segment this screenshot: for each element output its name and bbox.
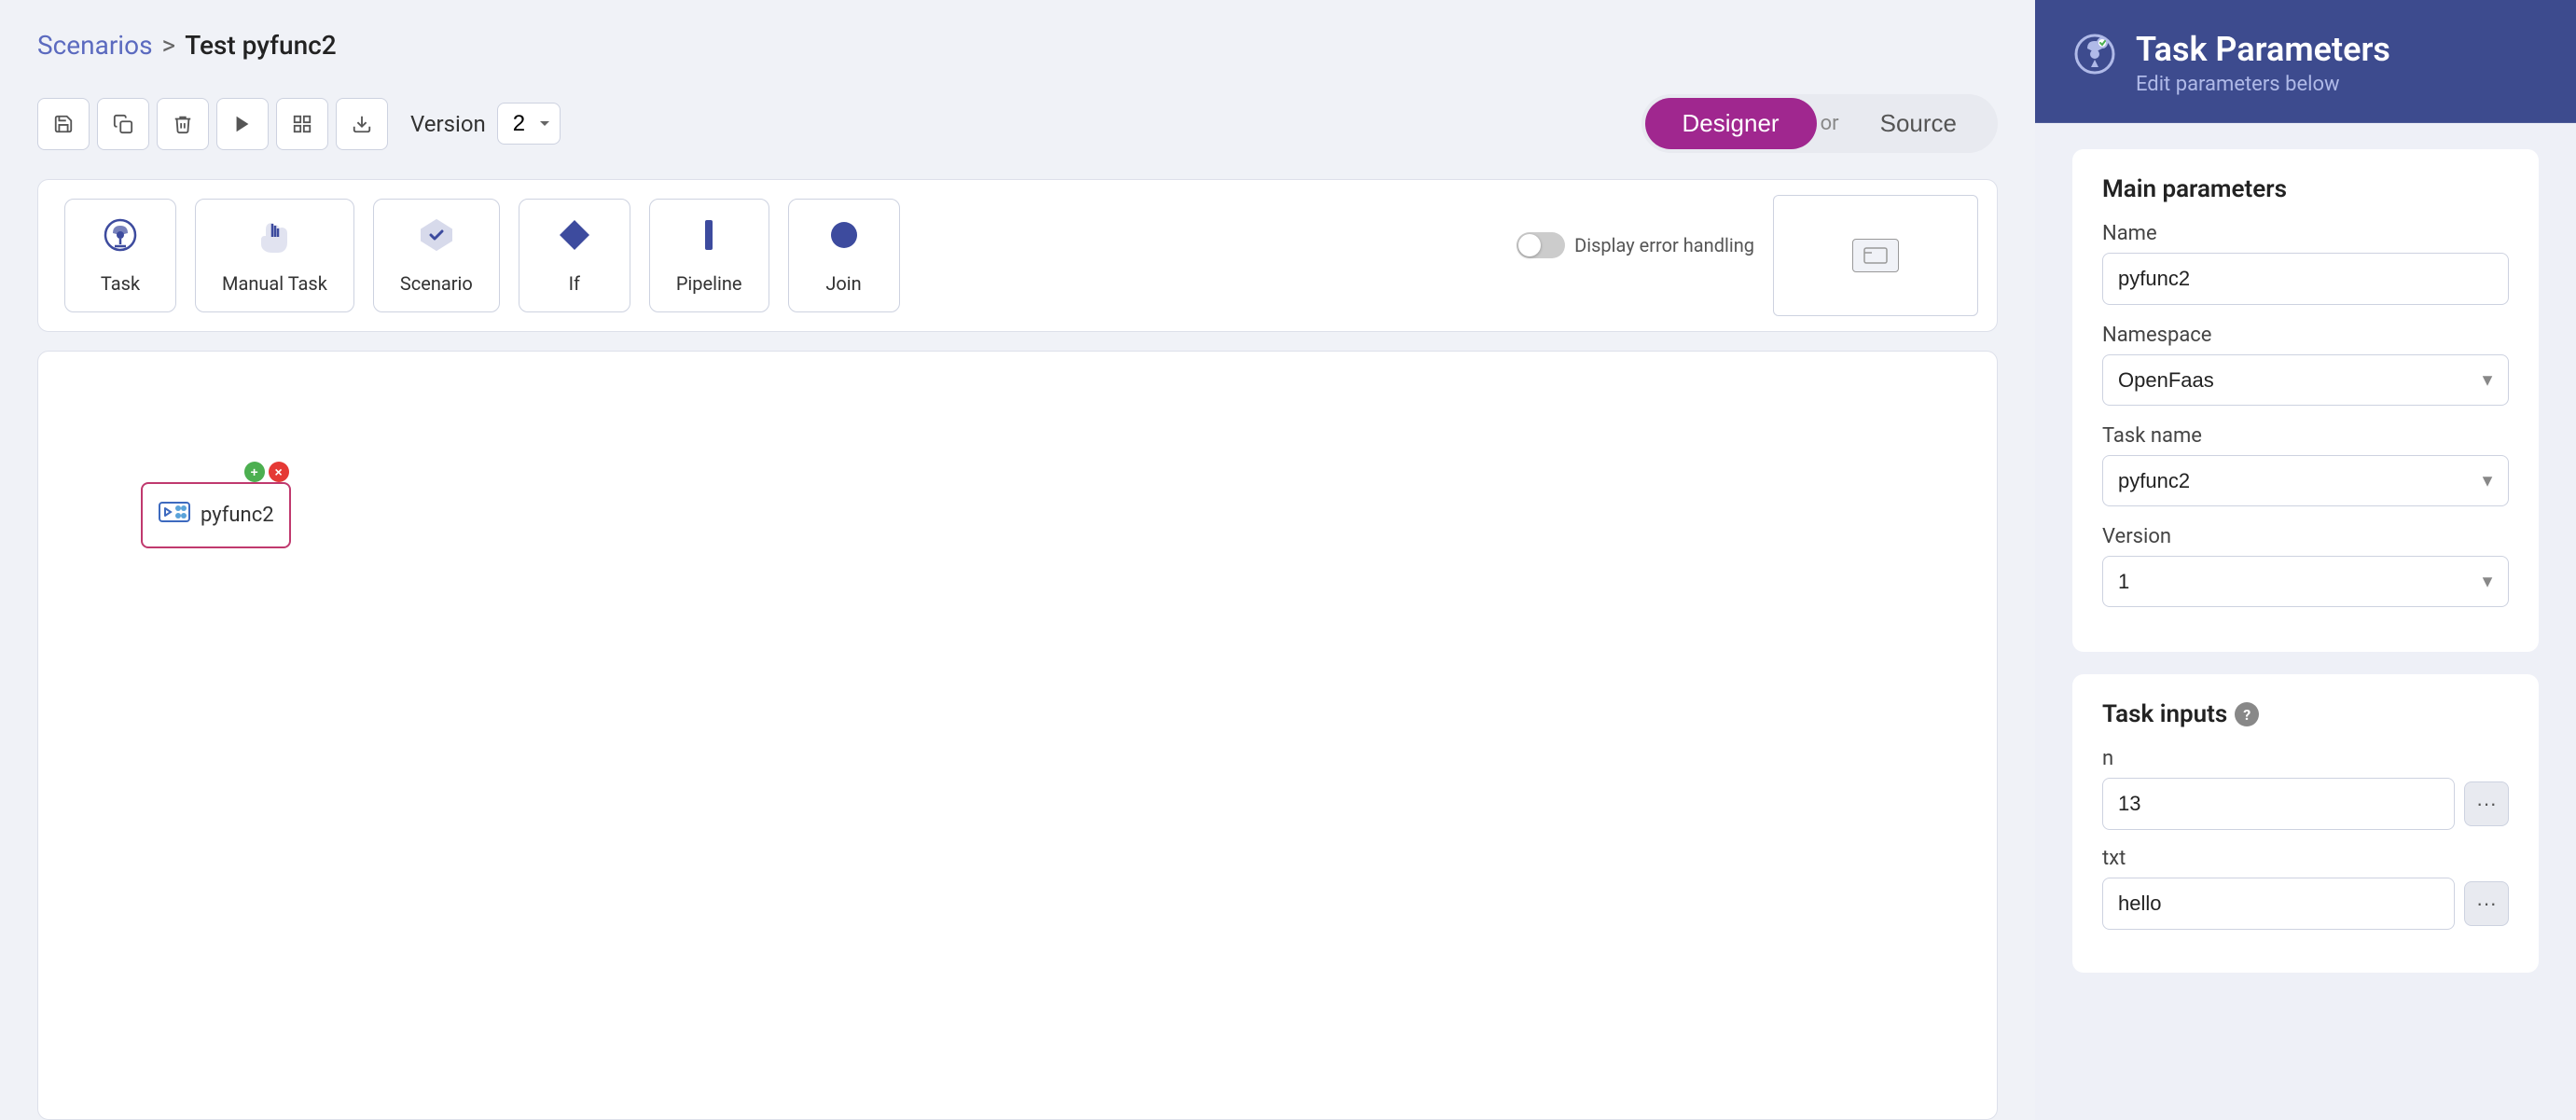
panel-body: Main parameters Name Namespace OpenFaas … <box>2035 123 2576 1120</box>
error-handling-toggle: Display error handling <box>1517 232 1754 258</box>
namespace-field-group: Namespace OpenFaas ▼ <box>2102 324 2509 406</box>
component-if[interactable]: If <box>519 199 630 312</box>
input-txt-field[interactable] <box>2102 878 2455 930</box>
manual-task-icon <box>256 216 293 263</box>
component-task[interactable]: Task <box>64 199 176 312</box>
version-label: Version <box>410 111 486 137</box>
error-handling-switch[interactable] <box>1517 232 1565 258</box>
minimap-node <box>1852 239 1899 272</box>
task-inputs-help-icon[interactable]: ? <box>2235 702 2259 726</box>
breadcrumb-separator: > <box>162 30 176 61</box>
input-txt-more-button[interactable]: ··· <box>2464 881 2509 926</box>
component-scenario[interactable]: Scenario <box>373 199 500 312</box>
task-inputs-title: Task inputs ? <box>2102 700 2509 728</box>
toggle-or: or <box>1817 112 1843 135</box>
input-n-label: n <box>2102 747 2509 770</box>
input-n-row: n ··· <box>2102 747 2509 830</box>
node-delete-button[interactable]: × <box>269 462 289 482</box>
join-icon <box>825 216 863 263</box>
component-manual-task[interactable]: Manual Task <box>195 199 354 312</box>
run-button[interactable] <box>216 98 269 150</box>
name-label: Name <box>2102 222 2509 245</box>
panel-header-icon <box>2072 32 2117 87</box>
panel-header-text: Task Parameters Edit parameters below <box>2136 30 2390 96</box>
error-handling-label: Display error handling <box>1574 234 1754 256</box>
source-toggle[interactable]: Source <box>1843 98 1994 149</box>
version-select[interactable]: 2 1 <box>497 103 561 145</box>
component-scenario-label: Scenario <box>400 272 473 295</box>
panel-header: Task Parameters Edit parameters below <box>2035 0 2576 123</box>
node-add-button[interactable]: + <box>244 462 265 482</box>
download-button[interactable] <box>336 98 388 150</box>
delete-button[interactable] <box>157 98 209 150</box>
scenario-icon <box>418 216 455 263</box>
pipeline-icon <box>690 216 727 263</box>
task-name-select[interactable]: pyfunc2 <box>2102 455 2509 506</box>
task-name-select-wrap: pyfunc2 ▼ <box>2102 455 2509 506</box>
namespace-label: Namespace <box>2102 324 2509 347</box>
task-name-label: Task name <box>2102 424 2509 448</box>
panel-title: Task Parameters <box>2136 30 2390 69</box>
task-inputs-section: Task inputs ? n ··· txt ··· <box>2072 674 2539 973</box>
namespace-select[interactable]: OpenFaas <box>2102 354 2509 406</box>
main-params-section: Main parameters Name Namespace OpenFaas … <box>2072 149 2539 652</box>
canvas-area[interactable]: + × pyfunc2 <box>37 351 1998 1120</box>
version-select-wrap: 1 2 ▼ <box>2102 556 2509 607</box>
task-name-field-group: Task name pyfunc2 ▼ <box>2102 424 2509 506</box>
component-join-label: Join <box>825 272 861 295</box>
components-panel: Task Manual Task Scenario If Pipeline <box>37 179 1998 332</box>
input-txt-control: ··· <box>2102 878 2509 930</box>
component-pipeline-label: Pipeline <box>676 272 742 295</box>
node-controls: + × <box>244 462 289 482</box>
input-n-more-button[interactable]: ··· <box>2464 781 2509 826</box>
breadcrumb: Scenarios > Test pyfunc2 <box>37 30 1998 61</box>
version-select-right[interactable]: 1 2 <box>2102 556 2509 607</box>
designer-toggle[interactable]: Designer <box>1645 98 1817 149</box>
input-n-field[interactable] <box>2102 778 2455 830</box>
node-icon <box>158 495 191 535</box>
panel-subtitle: Edit parameters below <box>2136 73 2390 96</box>
copy-button[interactable] <box>97 98 149 150</box>
version-control: Version 2 1 <box>410 103 561 145</box>
namespace-select-wrap: OpenFaas ▼ <box>2102 354 2509 406</box>
name-field-group: Name <box>2102 222 2509 305</box>
if-icon <box>556 216 593 263</box>
input-n-control: ··· <box>2102 778 2509 830</box>
node-label: pyfunc2 <box>201 504 274 527</box>
canvas-node-pyfunc2[interactable]: + × pyfunc2 <box>141 482 291 548</box>
main-params-title: Main parameters <box>2102 175 2509 203</box>
name-input[interactable] <box>2102 253 2509 305</box>
input-txt-label: txt <box>2102 847 2509 870</box>
minimap <box>1773 195 1978 316</box>
component-if-label: If <box>569 272 580 295</box>
right-panel: Task Parameters Edit parameters below Ma… <box>2035 0 2576 1120</box>
component-pipeline[interactable]: Pipeline <box>649 199 769 312</box>
toolbar: Version 2 1 Designer or Source <box>37 94 1998 153</box>
grid-button[interactable] <box>276 98 328 150</box>
component-task-label: Task <box>101 272 140 295</box>
breadcrumb-current: Test pyfunc2 <box>185 30 337 61</box>
version-field-group: Version 1 2 ▼ <box>2102 525 2509 607</box>
component-manual-task-label: Manual Task <box>222 272 327 295</box>
view-toggle: Designer or Source <box>1641 94 1998 153</box>
task-icon <box>102 216 139 263</box>
component-join[interactable]: Join <box>788 199 900 312</box>
breadcrumb-scenarios[interactable]: Scenarios <box>37 30 153 61</box>
save-button[interactable] <box>37 98 90 150</box>
input-txt-row: txt ··· <box>2102 847 2509 930</box>
version-label: Version <box>2102 525 2509 548</box>
